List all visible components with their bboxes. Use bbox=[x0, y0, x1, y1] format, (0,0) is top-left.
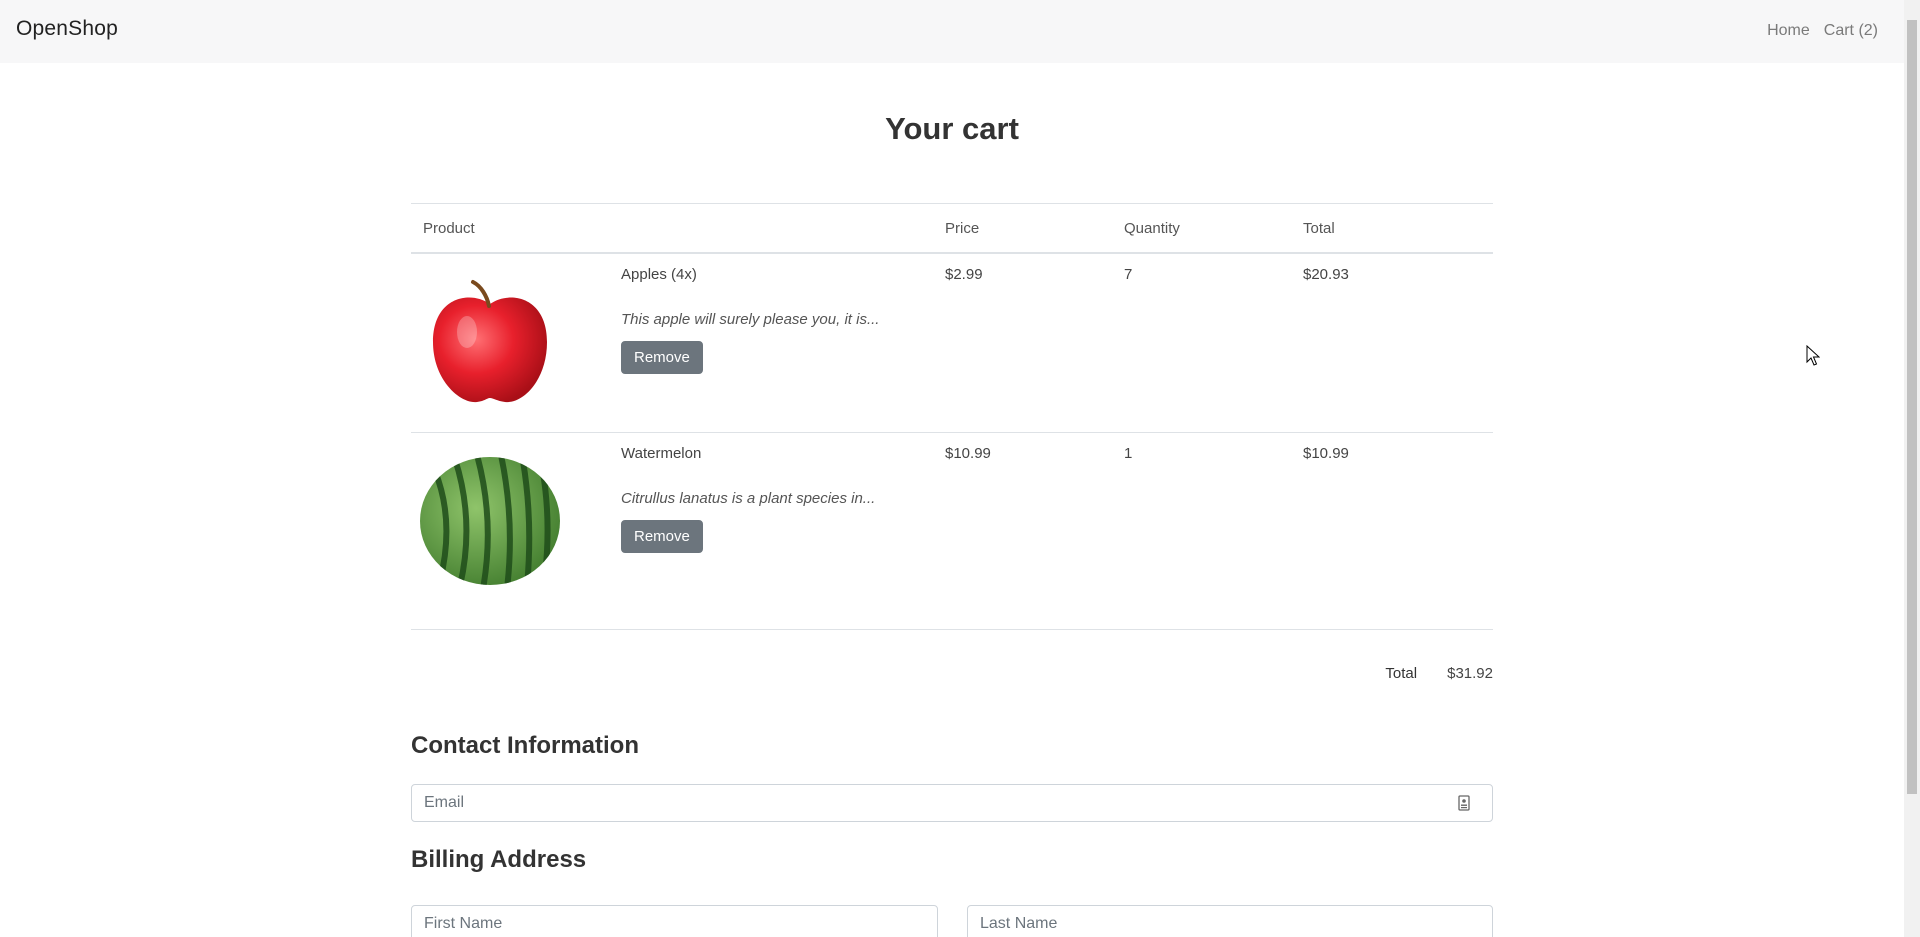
navbar: OpenShop Home Cart (2) bbox=[0, 0, 1904, 63]
product-name[interactable]: Apples (4x) bbox=[621, 266, 921, 283]
first-name-field[interactable] bbox=[412, 906, 937, 937]
scrollbar[interactable] bbox=[1904, 0, 1920, 937]
page-title: Your cart bbox=[885, 111, 1019, 146]
last-name-wrapper bbox=[967, 905, 1493, 937]
table-row: Watermelon Citrullus lanatus is a plant … bbox=[411, 432, 1493, 630]
contact-heading: Contact Information bbox=[411, 732, 639, 759]
remove-button[interactable]: Remove bbox=[621, 520, 703, 553]
scrollbar-thumb[interactable] bbox=[1907, 20, 1917, 794]
product-info-cell: Apples (4x) This apple will surely pleas… bbox=[609, 253, 933, 433]
product-image-cell bbox=[411, 253, 609, 433]
nav-link-cart[interactable]: Cart (2) bbox=[1824, 22, 1878, 40]
contact-card-icon[interactable] bbox=[1458, 795, 1470, 811]
cart-total-label: Total bbox=[1385, 665, 1418, 682]
table-header-row: Product Price Quantity Total bbox=[411, 203, 1493, 254]
product-description: This apple will surely please you, it is… bbox=[621, 311, 880, 328]
header-price: Price bbox=[933, 203, 1112, 254]
product-total: $20.93 bbox=[1291, 253, 1493, 433]
product-total: $10.99 bbox=[1291, 432, 1493, 630]
page: OpenShop Home Cart (2) Your cart Product… bbox=[0, 0, 1920, 937]
product-quantity: 1 bbox=[1112, 432, 1291, 630]
watermelon-image bbox=[420, 457, 560, 585]
nav-link-home[interactable]: Home bbox=[1767, 22, 1810, 40]
product-info-cell: Watermelon Citrullus lanatus is a plant … bbox=[609, 432, 933, 630]
cart-total-value: $31.92 bbox=[1447, 665, 1493, 682]
brand-logo[interactable]: OpenShop bbox=[16, 17, 118, 41]
product-image-cell bbox=[411, 432, 609, 630]
billing-heading: Billing Address bbox=[411, 846, 587, 873]
last-name-field[interactable] bbox=[968, 906, 1492, 937]
cart-table: Product Price Quantity Total Apples (4x)… bbox=[411, 203, 1493, 630]
email-field[interactable] bbox=[412, 785, 1492, 821]
email-field-wrapper bbox=[411, 784, 1493, 822]
cart-total: Total $31.92 bbox=[1385, 665, 1493, 682]
header-product: Product bbox=[411, 203, 933, 254]
first-name-wrapper bbox=[411, 905, 938, 937]
product-price: $10.99 bbox=[933, 432, 1112, 630]
mouse-cursor-icon bbox=[1806, 345, 1820, 366]
product-quantity: 7 bbox=[1112, 253, 1291, 433]
header-total: Total bbox=[1291, 203, 1493, 254]
table-row: Apples (4x) This apple will surely pleas… bbox=[411, 253, 1493, 433]
header-quantity: Quantity bbox=[1112, 203, 1291, 254]
remove-button[interactable]: Remove bbox=[621, 341, 703, 374]
nav-links: Home Cart (2) bbox=[1767, 22, 1878, 40]
product-name[interactable]: Watermelon bbox=[621, 445, 921, 462]
product-price: $2.99 bbox=[933, 253, 1112, 433]
apple-image bbox=[433, 280, 547, 403]
product-description: Citrullus lanatus is a plant species in.… bbox=[621, 490, 876, 507]
